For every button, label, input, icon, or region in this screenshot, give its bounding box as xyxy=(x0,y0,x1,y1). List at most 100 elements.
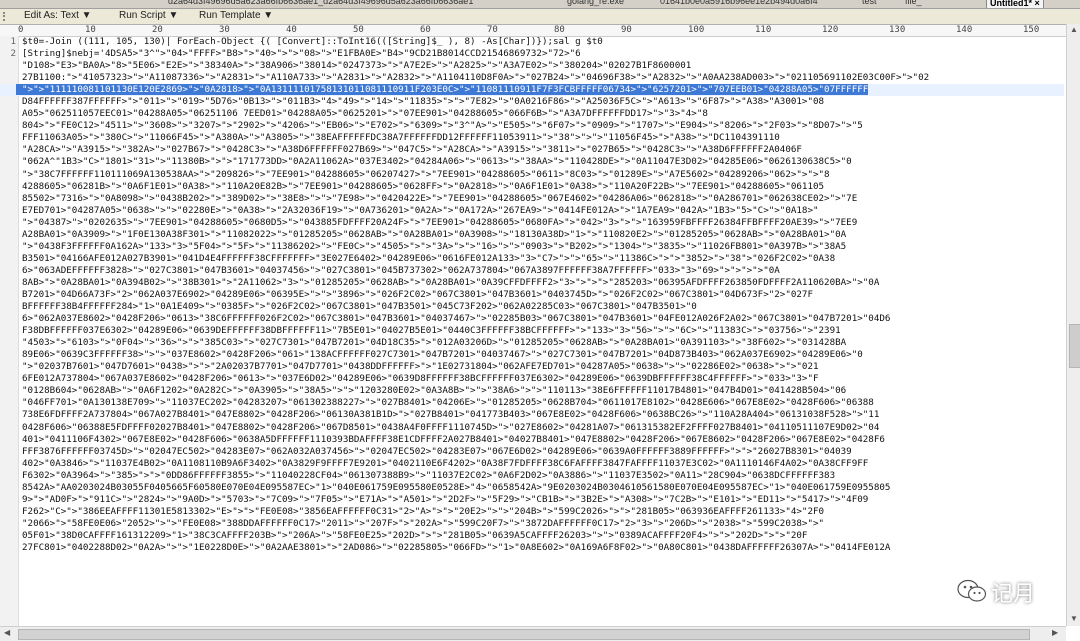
text-line[interactable]: E7ED701>"04287A05>"0638>">">"02280E>">"0… xyxy=(0,205,1064,217)
scroll-right-arrow-icon[interactable]: ▶ xyxy=(1052,628,1058,637)
line-text[interactable]: ">">"111110081101130E120E2869>">"0A2818>… xyxy=(16,84,869,96)
line-text[interactable]: 85502>"7316>">"0A8098>">"0438B202>">"389… xyxy=(16,193,857,204)
line-text[interactable]: 6>"063ADEFFFFFF3828>">"027C3801>"047B360… xyxy=(16,265,780,276)
tab-document[interactable]: test xyxy=(862,0,877,6)
line-text[interactable]: B7201>"04D66A73F>"2>"062A037E6902>"04289… xyxy=(16,289,813,300)
text-line[interactable]: 401>"0411106F4302>"067E8E02>"0428F606>"0… xyxy=(0,434,1064,446)
line-text[interactable]: 27B1100:">"41057323>">"A11087336>">"A283… xyxy=(16,72,929,83)
text-line[interactable]: A05>"062511057EEC01>"04288A05>"06251106 … xyxy=(0,108,1064,120)
run-template-dropdown[interactable]: Run Template ▼ xyxy=(199,10,273,21)
tab-document[interactable]: d2a64d3f49696d5a623a66fb6636ae1_d2a64d3f… xyxy=(168,0,473,6)
line-text[interactable]: 738E6FDFFFF2A737804>"067A027B8401>"047E8… xyxy=(16,409,879,420)
text-line[interactable]: 804>">"FE0C12>"4511>">"3608>">"3207>">"2… xyxy=(0,120,1064,132)
vertical-scroll-thumb[interactable] xyxy=(1069,324,1080,368)
text-line[interactable]: B3501>"04166AFE012A027B3901>"041D4E4FFFF… xyxy=(0,253,1064,265)
line-text[interactable]: ">"0438F3FFFFFF0A162A>"133>"3>"5F04>">"5… xyxy=(16,241,846,252)
text-line[interactable]: 85502>"7316>">"0A8098>">"0438B202>">"389… xyxy=(0,193,1064,205)
scroll-down-arrow-icon[interactable]: ▼ xyxy=(1070,614,1078,623)
text-line[interactable]: 9>">"AD0F>">"911C>">"2824>">"9A0D>">"570… xyxy=(0,494,1064,506)
line-text[interactable]: "4503>">"6103>">"0F04>">"36>">">"385C03>… xyxy=(16,337,846,348)
text-line[interactable]: ">"0438F3FFFFFF0A162A>"133>"3>"5F04>">"5… xyxy=(0,241,1064,253)
line-text[interactable]: F262>"C>">"386EEAFFFF11301E5813302>"E>">… xyxy=(16,506,824,517)
selected-text-line[interactable]: ">">"111110081101130E120E2869>">"0A2818>… xyxy=(0,84,1064,97)
line-text[interactable]: "D108>"E3>"BA0A>"8>"5E06>"E2E>">"38340A>… xyxy=(16,60,691,71)
line-text[interactable]: 05F01>"38D0CAFFFF161312209>"1>"38C3CAFFF… xyxy=(16,530,807,541)
text-line[interactable]: B7201>"04D66A73F>"2>"062A037E6902>"04289… xyxy=(0,289,1064,301)
scroll-up-arrow-icon[interactable]: ▲ xyxy=(1070,25,1078,34)
text-line[interactable]: "A28CA>">"A3915>">"382A>">"027B67>">"042… xyxy=(0,144,1064,156)
line-text[interactable]: A28BA01>"0A3909>">"1F0E130A38F301>">"110… xyxy=(16,229,846,240)
line-text[interactable]: D84FFFFFF387FFFFFF>">"011>">"019>"5D76>"… xyxy=(16,96,824,107)
line-text[interactable]: 27FC801>"0402288D02>"0A2A>">">"1E0228D0E… xyxy=(16,542,890,553)
run-script-dropdown[interactable]: Run Script ▼ xyxy=(119,10,178,21)
text-line[interactable]: 6>"063ADEFFFFFF3828>">"027C3801>"047B360… xyxy=(0,265,1064,277)
text-line[interactable]: 6FE012A737804>"067A037E8602>"0428F206>"0… xyxy=(0,373,1064,385)
line-text[interactable]: ">"04387>">"0202635>">"7EE901>"04288605>… xyxy=(16,217,857,228)
line-text[interactable]: "0128B604>"0628AB>">"0A6F1202>"0A282C>">… xyxy=(16,385,846,396)
line-text[interactable]: FFF11063A05>">"380C>">"11066F45>">"A380A… xyxy=(16,132,780,143)
text-line[interactable]: 2 [String]$nebj='4DSA5>"3^">"04>"FFFF>"B8… xyxy=(0,48,1064,60)
text-line[interactable]: 402>"0A3846>">"11037E4B02>"0A1108110B9A6… xyxy=(0,458,1064,470)
scroll-left-arrow-icon[interactable]: ◀ xyxy=(4,628,10,637)
tab-document[interactable]: 01641b0e0a5916b96ee1e2b494d0a6f4 xyxy=(660,0,818,6)
line-text[interactable]: "2066>">"58FE0E06>"2052>">">"FE0E08>"388… xyxy=(16,518,824,529)
line-text[interactable]: 4288605>"06281B>">"0A6F1E01>"0A38>">"110… xyxy=(16,181,824,192)
text-line[interactable]: "4503>">"6103>">"0F04>">"36>">">"385C03>… xyxy=(0,337,1064,349)
text-line[interactable]: 0428F606>"06388E5FDFFFF02027B8401>"047E8… xyxy=(0,422,1064,434)
line-text[interactable]: B3501>"04166AFE012A027B3901>"041D4E4FFFF… xyxy=(16,253,835,264)
text-line[interactable]: D84FFFFFF387FFFFFF>">"011>">"019>"5D76>"… xyxy=(0,96,1064,108)
text-line[interactable]: 6>"062A037E8602>"0428F206>"0613>"38C6FFF… xyxy=(0,313,1064,325)
text-line[interactable]: 89E06>"0639C3FFFFFF38>">">"037E8602>"042… xyxy=(0,349,1064,361)
text-editor[interactable]: 1 $t0=-Join ((111, 105, 130)| ForEach-Obj… xyxy=(0,36,1064,626)
tab-active-document[interactable]: Untitled1* × xyxy=(986,0,1044,8)
line-text[interactable]: F6302>"0A3964>">"385>">">"0DD86FFFFFF385… xyxy=(16,470,835,481)
text-line[interactable]: "2066>">"58FE0E06>"2052>">">"FE0E08>"388… xyxy=(0,518,1064,530)
text-line[interactable]: "0128B604>"0628AB>">"0A6F1202>"0A282C>">… xyxy=(0,385,1064,397)
line-text[interactable]: 402>"0A3846>">"11037E4B02>"0A1108110B9A6… xyxy=(16,458,868,469)
text-line[interactable]: BFFFFFF38B4FFFFFF284>"1>"0A1E409>">"0385… xyxy=(0,301,1064,313)
vertical-scrollbar[interactable]: ▲ ▼ xyxy=(1066,24,1080,626)
line-text[interactable]: 89E06>"0639C3FFFFFF38>">">"037E8602>"042… xyxy=(16,349,863,360)
line-text[interactable]: "062A^"1B3>"C>"1801>"31>">"11380B>">">"1… xyxy=(16,156,852,167)
line-text[interactable]: 804>">"FE0C12>"4511>">"3608>">"3207>">"2… xyxy=(16,120,863,131)
line-text[interactable]: F38DBFFFFFF037E6302>"04289E06>"0639DEFFF… xyxy=(16,325,841,336)
line-text[interactable]: 0428F606>"06388E5FDFFFF02027B8401>"047E8… xyxy=(16,422,879,433)
line-text[interactable]: $t0=-Join ((111, 105, 130)| ForEach-Obje… xyxy=(16,36,603,47)
line-text[interactable]: "A28CA>">"A3915>">"382A>">"027B67>">"042… xyxy=(16,144,802,155)
line-text[interactable]: [String]$nebj='4DSA5>"3^">"04>"FFFF>"B8>… xyxy=(16,48,581,59)
text-line[interactable]: 05F01>"38D0CAFFFF161312209>"1>"38C3CAFFF… xyxy=(0,530,1064,542)
edit-as-dropdown[interactable]: Edit As: Text ▼ xyxy=(24,10,92,21)
text-line[interactable]: FFF11063A05>">"380C>">"11066F45>">"A380A… xyxy=(0,132,1064,144)
line-text[interactable]: BFFFFFF38B4FFFFFF284>"1>"0A1E409>">"0385… xyxy=(16,301,697,312)
line-text[interactable]: 9>">"AD0F>">"911C>">"2824>">"9A0D>">"570… xyxy=(16,494,868,505)
text-line[interactable]: 1 $t0=-Join ((111, 105, 130)| ForEach-Obj… xyxy=(0,36,1064,48)
text-line[interactable]: "062A^"1B3>"C>"1801>"31>">"11380B>">">"1… xyxy=(0,156,1064,168)
line-text[interactable]: E7ED701>"04287A05>"0638>">">"02280E>">"0… xyxy=(16,205,819,216)
line-text[interactable]: 8AB>">"0A28BA01>"0A394B02>">"38B301>">"2… xyxy=(16,277,879,288)
text-line[interactable]: 738E6FDFFFF2A737804>"067A027B8401>"047E8… xyxy=(0,409,1064,421)
line-text[interactable]: FFF3876FFFFFF03745D>">"02047EC502>"04283… xyxy=(16,446,852,457)
line-text[interactable]: 6>"062A037E8602>"0428F206>"0613>"38C6FFF… xyxy=(16,313,890,324)
text-line[interactable]: 8AB>">"0A28BA01>"0A394B02>">"38B301>">"2… xyxy=(0,277,1064,289)
tab-document[interactable]: file_ xyxy=(905,0,922,6)
tab-document[interactable]: golang_re.exe xyxy=(567,0,624,6)
line-text[interactable]: ">"38C7FFFFFF110111069A130538AA>">"20982… xyxy=(16,169,830,180)
text-line[interactable]: "046FF701>"0A130138E709>">"11037EC202>"0… xyxy=(0,397,1064,409)
text-line[interactable]: F262>"C>">"386EEAFFFF11301E5813302>"E>">… xyxy=(0,506,1064,518)
text-line[interactable]: F6302>"0A3964>">"385>">">"0DD86FFFFFF385… xyxy=(0,470,1064,482)
text-line[interactable]: 27B1100:">"41057323>">"A11087336>">"A283… xyxy=(0,72,1064,84)
text-line[interactable]: 27FC801>"0402288D02>"0A2A>">">"1E0228D0E… xyxy=(0,542,1064,554)
text-line[interactable]: 4288605>"06281B>">"0A6F1E01>"0A38>">"110… xyxy=(0,181,1064,193)
text-line[interactable]: ">"02037B7601>"047D7601>"0438>">">"2A020… xyxy=(0,361,1064,373)
text-line[interactable]: F38DBFFFFFF037E6302>"04289E06>"0639DEFFF… xyxy=(0,325,1064,337)
horizontal-scroll-thumb[interactable] xyxy=(18,629,1030,640)
text-line[interactable]: ">"04387>">"0202635>">"7EE901>"04288605>… xyxy=(0,217,1064,229)
line-text[interactable]: 6FE012A737804>"067A037E8602>"0428F206>"0… xyxy=(16,373,819,384)
line-text[interactable]: 8542A>"AA0203024B03055F0405665F60580E070… xyxy=(16,482,890,493)
toolbar-grip-icon[interactable] xyxy=(3,12,15,21)
line-text[interactable]: "046FF701>"0A130138E709>">"11037EC202>"0… xyxy=(16,397,874,408)
text-line[interactable]: ">"38C7FFFFFF110111069A130538AA>">"20982… xyxy=(0,169,1064,181)
text-line[interactable]: A28BA01>"0A3909>">"1F0E130A38F301>">"110… xyxy=(0,229,1064,241)
line-text[interactable]: A05>"062511057EEC01>"04288A05>"06251106 … xyxy=(16,108,708,119)
text-line[interactable]: 8542A>"AA0203024B03055F0405665F60580E070… xyxy=(0,482,1064,494)
